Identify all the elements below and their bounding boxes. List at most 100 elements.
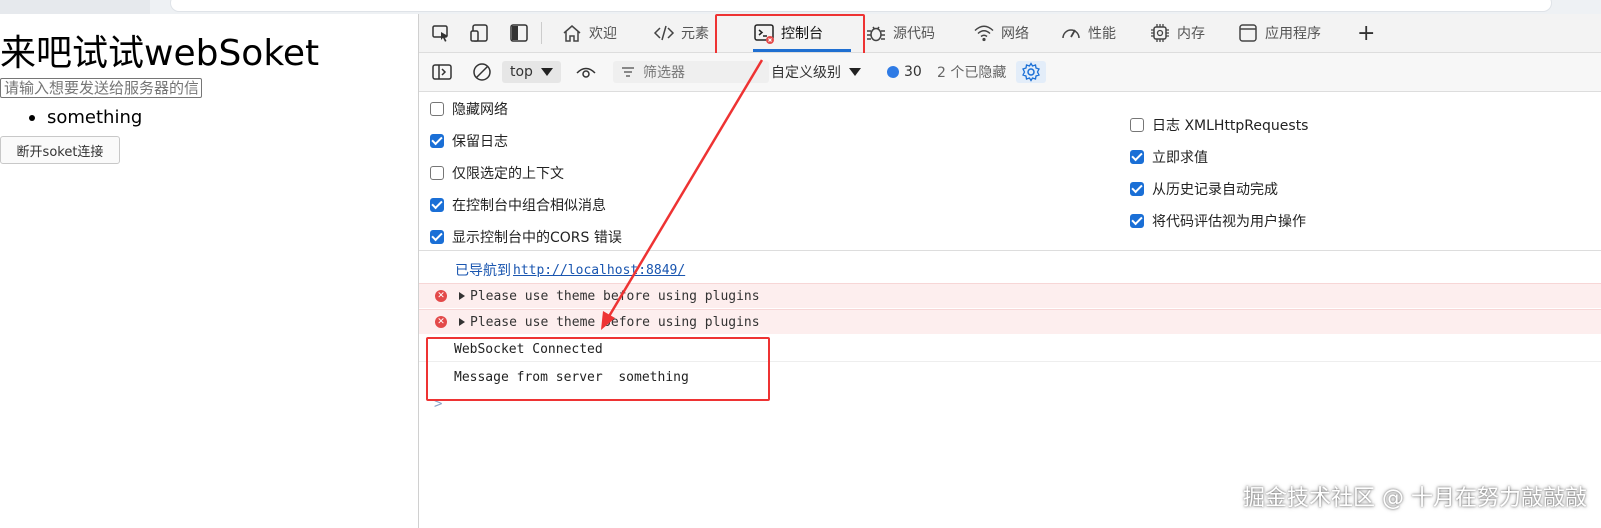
- app-window-icon: [1237, 22, 1259, 44]
- hidden-count[interactable]: 2 个已隐藏: [937, 61, 1006, 83]
- log-level-label: 自定义级别: [771, 65, 841, 81]
- setting-label: 立即求值: [1152, 150, 1208, 166]
- checkbox[interactable]: [430, 102, 444, 116]
- browser-top-strip: [0, 0, 1601, 14]
- tab-elements-label: 元素: [681, 26, 709, 42]
- tab-memory[interactable]: 内存: [1149, 14, 1205, 52]
- devtools-tabbar: 欢迎 元素 控制台 源代码 网络 性能 内存 应用程序 +: [419, 14, 1601, 53]
- plus-icon: +: [1357, 20, 1376, 46]
- error-icon: ✕: [435, 316, 447, 328]
- expand-triangle-icon[interactable]: [459, 318, 465, 326]
- console-log-row: WebSocket Connected: [419, 337, 1601, 362]
- checkbox[interactable]: [430, 166, 444, 180]
- console-prompt[interactable]: >: [434, 396, 442, 412]
- web-page: 来吧试试webSoket something 断开soket连接: [0, 14, 418, 528]
- devtools-panel: 欢迎 元素 控制台 源代码 网络 性能 内存 应用程序 + top 筛选器 自定…: [418, 14, 1601, 528]
- tab-performance[interactable]: 性能: [1060, 14, 1116, 52]
- context-label: top: [510, 64, 533, 80]
- wifi-icon: [973, 22, 995, 44]
- log-text: WebSocket Connected: [454, 341, 603, 357]
- error-text: Please use theme before using plugins: [470, 288, 760, 304]
- tab-network-label: 网络: [1001, 26, 1029, 42]
- page-heading: 来吧试试webSoket: [0, 33, 320, 74]
- console-icon: [753, 22, 775, 44]
- home-icon: [561, 22, 583, 44]
- setting-eager-eval[interactable]: 立即求值: [1130, 147, 1208, 167]
- watermark: 掘金技术社区 @ 十月在努力敲敲敲: [1243, 486, 1587, 511]
- setting-label: 日志 XMLHttpRequests: [1152, 118, 1309, 134]
- tabbar-divider: [541, 22, 542, 44]
- tab-sources-label: 源代码: [893, 26, 935, 42]
- navigation-prefix: 已导航到: [455, 263, 511, 279]
- log-level-dropdown[interactable]: 自定义级别: [771, 61, 861, 83]
- console-error-row[interactable]: ✕ Please use theme before using plugins: [419, 309, 1601, 334]
- filter-placeholder: 筛选器: [643, 65, 685, 81]
- console-settings-button[interactable]: [1016, 61, 1046, 83]
- device-emulation-icon[interactable]: [469, 22, 491, 44]
- browser-tab-edge: [0, 0, 150, 14]
- tab-network[interactable]: 网络: [973, 14, 1029, 52]
- setting-label: 显示控制台中的CORS 错误: [452, 230, 622, 246]
- message-count-value: 30: [904, 64, 922, 80]
- context-selector[interactable]: top: [502, 61, 561, 83]
- sidebar-toggle-icon[interactable]: [431, 61, 453, 83]
- disconnect-button[interactable]: 断开soket连接: [0, 136, 120, 164]
- checkbox[interactable]: [430, 230, 444, 244]
- setting-user-activation[interactable]: 将代码评估视为用户操作: [1130, 211, 1306, 231]
- tab-application[interactable]: 应用程序: [1237, 14, 1321, 52]
- tab-performance-label: 性能: [1088, 26, 1116, 42]
- setting-log-xhr[interactable]: 日志 XMLHttpRequests: [1130, 115, 1308, 135]
- clear-console-icon[interactable]: [471, 61, 493, 83]
- navigation-link[interactable]: http://localhost:8849/: [513, 263, 685, 278]
- setting-group-similar[interactable]: 在控制台中组合相似消息: [430, 195, 606, 215]
- setting-autocomplete[interactable]: 从历史记录自动完成: [1130, 179, 1278, 199]
- tab-console[interactable]: 控制台: [753, 14, 851, 52]
- console-log-row: Message from server something: [419, 365, 1601, 389]
- setting-hide-network[interactable]: 隐藏网络: [430, 99, 508, 119]
- error-text: Please use theme before using plugins: [470, 314, 760, 330]
- setting-label: 在控制台中组合相似消息: [452, 198, 606, 214]
- code-icon: [653, 22, 675, 44]
- setting-selected-context[interactable]: 仅限选定的上下文: [430, 163, 564, 183]
- tab-application-label: 应用程序: [1265, 26, 1321, 42]
- tab-console-label: 控制台: [781, 26, 823, 42]
- filter-input[interactable]: 筛选器: [613, 61, 769, 83]
- setting-label: 将代码评估视为用户操作: [1152, 214, 1306, 230]
- console-error-row[interactable]: ✕ Please use theme before using plugins: [419, 283, 1601, 308]
- message-icon: [887, 66, 899, 78]
- checkbox[interactable]: [430, 134, 444, 148]
- checkbox[interactable]: [1130, 182, 1144, 196]
- console-toolbar: top 筛选器 自定义级别 30 2 个已隐藏: [419, 53, 1601, 92]
- dock-side-icon[interactable]: [508, 22, 530, 44]
- setting-label: 从历史记录自动完成: [1152, 182, 1278, 198]
- setting-preserve-log[interactable]: 保留日志: [430, 131, 508, 151]
- log-text: Message from server something: [454, 369, 689, 385]
- checkbox[interactable]: [1130, 214, 1144, 228]
- message-count[interactable]: 30: [887, 61, 922, 83]
- message-input[interactable]: [0, 78, 202, 98]
- filter-icon: [621, 65, 635, 79]
- checkbox[interactable]: [1130, 118, 1144, 132]
- tab-welcome[interactable]: 欢迎: [561, 14, 617, 52]
- expand-triangle-icon[interactable]: [459, 292, 465, 300]
- gauge-icon: [1060, 22, 1082, 44]
- chevron-down-icon: [849, 68, 861, 76]
- list-item: something: [0, 106, 142, 130]
- tab-welcome-label: 欢迎: [589, 26, 617, 42]
- live-expression-icon[interactable]: [575, 61, 597, 83]
- message-list: something: [0, 106, 142, 130]
- checkbox[interactable]: [1130, 150, 1144, 164]
- setting-show-cors[interactable]: 显示控制台中的CORS 错误: [430, 227, 622, 247]
- address-bar[interactable]: [170, 0, 1552, 12]
- chevron-down-icon: [540, 68, 553, 76]
- checkbox[interactable]: [430, 198, 444, 212]
- add-tab-button[interactable]: +: [1357, 14, 1375, 52]
- active-tab-underline: [753, 49, 851, 52]
- chip-icon: [1149, 22, 1171, 44]
- tab-sources[interactable]: 源代码: [865, 14, 935, 52]
- inspect-element-icon[interactable]: [430, 22, 452, 44]
- setting-label: 隐藏网络: [452, 102, 508, 118]
- tab-memory-label: 内存: [1177, 26, 1205, 42]
- gear-icon: [1022, 62, 1040, 82]
- tab-elements[interactable]: 元素: [653, 14, 709, 52]
